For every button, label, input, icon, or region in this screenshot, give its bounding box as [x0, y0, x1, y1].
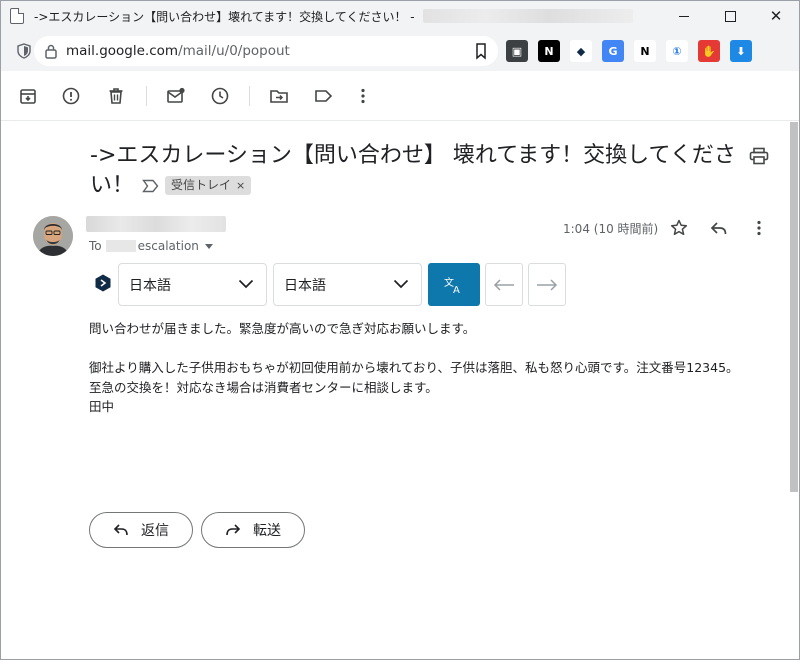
ext-google-translate-icon[interactable]: G — [602, 40, 624, 62]
target-language-value: 日本語 — [284, 277, 326, 294]
sender-name-redacted — [86, 216, 226, 232]
url-host: mail.google.com — [66, 43, 179, 59]
reply-button[interactable]: 返信 — [89, 512, 193, 548]
target-language-select[interactable]: 日本語 — [273, 263, 422, 306]
forward-icon — [226, 524, 241, 536]
show-details-icon[interactable] — [204, 243, 213, 249]
reply-button-label: 返信 — [141, 523, 169, 539]
title-redacted — [422, 9, 633, 23]
lock-icon[interactable] — [44, 43, 58, 59]
email-timestamp: 1:04 (10 時間前) — [563, 222, 659, 236]
address-bar: mail.google.com/mail/u/0/popout ▣ N ◆ G N ① ✋ ⬇ — [1, 31, 799, 71]
minimize-button[interactable] — [661, 1, 707, 31]
body-line: 御社より購入した子供用おもちゃが初回使用前から壊れており、子供は落胆、私も怒り心… — [89, 360, 739, 375]
scrollbar-thumb[interactable] — [790, 122, 798, 492]
translate-icon: 文 A — [444, 276, 460, 295]
label-chip-text: 受信トレイ — [171, 178, 232, 192]
sender-avatar[interactable] — [33, 216, 73, 256]
next-translation-button[interactable] — [528, 263, 566, 306]
email-body: 問い合わせが届きました。緊急度が高いので急ぎ対応お願いします。 御社より購入した… — [89, 319, 779, 417]
snooze-icon[interactable] — [210, 86, 230, 106]
toolbar-divider — [146, 86, 147, 106]
label-icon[interactable] — [313, 86, 333, 106]
recipient-name: escalation — [137, 239, 199, 253]
ext-adblock-icon[interactable]: ✋ — [698, 40, 720, 62]
window-title: ->エスカレーション【問い合わせ】壊れてます！交換してください！ - — [34, 9, 415, 24]
ext-deepl-icon[interactable]: ◆ — [570, 40, 592, 62]
ext-1password-icon[interactable]: ① — [666, 40, 688, 62]
body-line: 問い合わせが届きました。緊急度が高いので急ぎ対応お願いします。 — [89, 321, 476, 336]
mark-unread-icon[interactable] — [166, 86, 186, 106]
title-bar: ->エスカレーション【問い合わせ】壊れてます！交換してください！ - ✕ — [1, 1, 799, 31]
importance-marker-icon[interactable] — [142, 179, 159, 193]
shield-icon[interactable] — [17, 43, 31, 59]
deepl-logo-icon — [95, 274, 111, 292]
ext-download-icon[interactable]: ⬇ — [730, 40, 752, 62]
recipient-line: To escalation — [89, 239, 213, 253]
page-icon — [10, 8, 24, 24]
url-path: /mail/u/0/popout — [178, 43, 290, 59]
recipient-redacted — [105, 240, 136, 252]
source-language-value: 日本語 — [129, 277, 171, 294]
reply-icon[interactable] — [709, 218, 729, 238]
source-language-select[interactable]: 日本語 — [118, 263, 267, 306]
chevron-down-icon — [238, 279, 254, 289]
forward-button[interactable]: 転送 — [201, 512, 305, 548]
url-field[interactable]: mail.google.com/mail/u/0/popout — [34, 36, 498, 66]
delete-icon[interactable] — [106, 86, 126, 106]
more-options-icon[interactable] — [353, 86, 373, 106]
chevron-down-icon — [393, 279, 409, 289]
body-signature: 田中 — [89, 399, 115, 414]
inbox-label-chip[interactable]: 受信トレイ × — [165, 176, 252, 195]
move-to-icon[interactable] — [269, 86, 289, 106]
remove-label-button[interactable]: × — [236, 179, 245, 192]
mail-toolbar — [1, 71, 799, 121]
email-subject: ->エスカレーション【問い合わせ】 壊れてます！交換してください！ 受信トレイ × — [90, 141, 740, 201]
toolbar-divider — [249, 86, 250, 106]
forward-button-label: 転送 — [253, 523, 281, 539]
body-blank-line — [89, 339, 779, 359]
archive-icon[interactable] — [18, 86, 38, 106]
previous-translation-button[interactable] — [485, 263, 523, 306]
arrow-left-icon — [493, 278, 514, 291]
svg-text:A: A — [453, 285, 460, 295]
body-line: 至急の交換を！対応なき場合は消費者センターに相談します。 — [89, 379, 438, 395]
maximize-button[interactable] — [707, 1, 753, 31]
print-icon[interactable] — [749, 147, 769, 165]
ext-notion-clipper-icon[interactable]: N — [634, 40, 656, 62]
browser-window: ->エスカレーション【問い合わせ】壊れてます！交換してください！ - ✕ mai… — [0, 0, 800, 660]
to-label: To — [89, 239, 102, 253]
ext-notion-icon[interactable]: N — [538, 40, 560, 62]
close-button[interactable]: ✕ — [753, 1, 799, 31]
message-more-icon[interactable] — [749, 218, 769, 238]
extensions-bar: ▣ N ◆ G N ① ✋ ⬇ — [506, 40, 752, 62]
report-spam-icon[interactable] — [61, 86, 81, 106]
reply-icon — [113, 524, 128, 536]
star-icon[interactable] — [669, 218, 689, 238]
ext-monitor-icon[interactable]: ▣ — [506, 40, 528, 62]
arrow-right-icon — [537, 278, 558, 291]
bookmark-icon[interactable] — [472, 42, 490, 60]
translate-button[interactable]: 文 A — [428, 263, 480, 306]
window-controls: ✕ — [661, 1, 799, 31]
url-text: mail.google.com/mail/u/0/popout — [66, 43, 290, 59]
